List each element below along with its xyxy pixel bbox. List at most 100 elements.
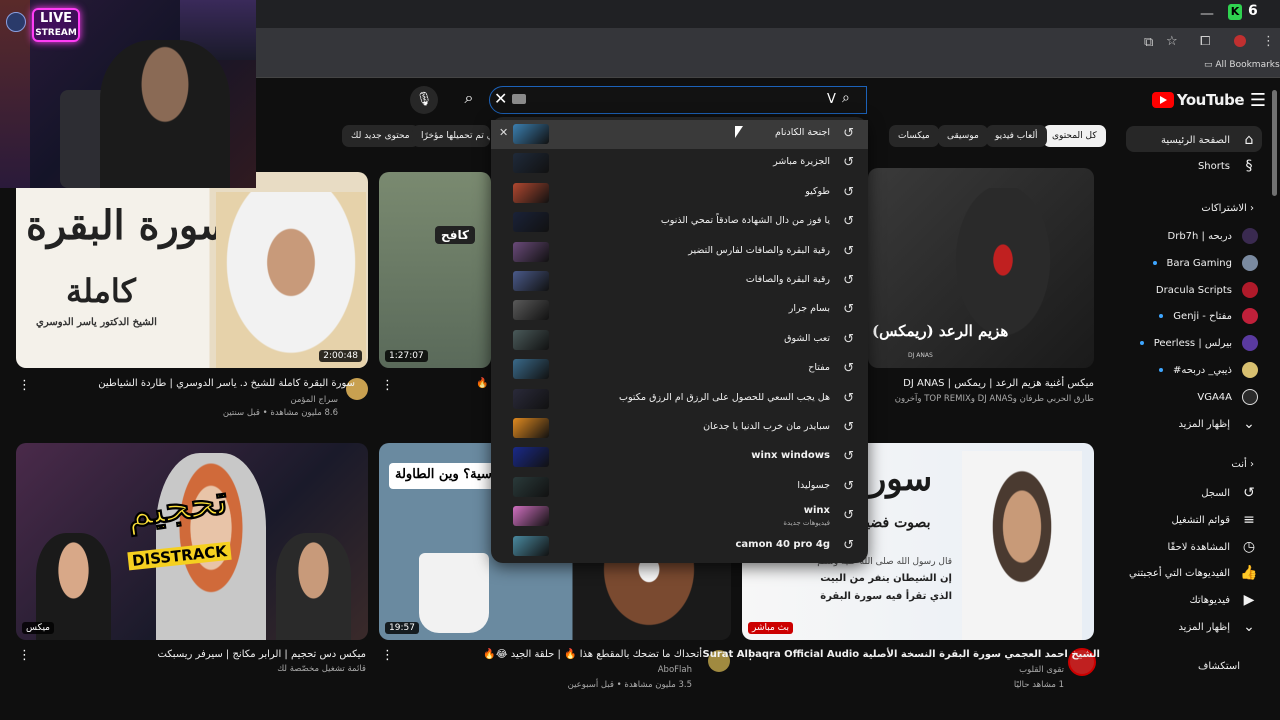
search-suggestion[interactable]: تعب الشوق ↺ — [491, 326, 868, 355]
chip-recently-uploaded[interactable]: الفيديوهات التي تم تحميلها مؤخرًا — [412, 125, 490, 147]
extensions-icon[interactable]: ⧠ — [1200, 34, 1210, 49]
chip-music[interactable]: موسيقى — [938, 125, 988, 147]
search-caret: V — [827, 92, 836, 107]
video-title[interactable]: أتحداك ما تضحك بالمقطع هذا 🔥 | حلقة الجي… — [483, 649, 702, 660]
sidebar-item-sub[interactable]: Peerless | بيرلس — [1139, 335, 1258, 351]
video-thumbnail[interactable]: سورة البقرة كاملة الشيخ الدكتور ياسر الد… — [16, 172, 368, 368]
new-content-dot — [1159, 314, 1164, 318]
more-options-icon[interactable]: ⋮ — [381, 648, 394, 663]
search-suggestion[interactable]: يا فوز من دال الشهادة صادقاً تمحي الذنوب… — [491, 208, 868, 237]
sidebar-item-sub[interactable]: Dracula Scripts — [1156, 282, 1258, 298]
video-title[interactable]: ميكس أغنية هزيم الرعد | ريمكس | DJ ANAS — [903, 378, 1094, 389]
search-suggestion[interactable]: رقية البقرة والصافات لفارس التضير ↺ — [491, 238, 868, 267]
sidebar-item-home[interactable]: الصفحة الرئيسية ⌂ — [1161, 132, 1258, 148]
video-title[interactable]: سورة البقرة كاملة للشيخ د. ياسر الدوسري … — [98, 378, 355, 389]
sidebar-item-history[interactable]: السجل ↺ — [1201, 485, 1258, 501]
subscriptions-heading[interactable]: الاشتراكات › — [1201, 203, 1254, 214]
minimize-button[interactable]: — — [1200, 6, 1214, 22]
all-bookmarks[interactable]: ▭ All Bookmarks — [1204, 60, 1280, 70]
channel-name[interactable]: قائمة تشغيل مخصّصة لك — [277, 664, 366, 674]
sidebar-item-sub[interactable]: VGA4A — [1197, 389, 1258, 405]
suggestion-thumbnail — [513, 447, 549, 468]
suggestion-text: اجنحة الكادنام — [775, 127, 830, 138]
suggestion-text: الجزيرة مباشر — [773, 156, 830, 168]
kick-extension-icon[interactable]: K — [1228, 4, 1242, 20]
remove-suggestion-icon[interactable]: ✕ — [499, 126, 508, 139]
video-thumbnail[interactable]: تحجيم DISSTRACK ميكس — [16, 443, 368, 640]
sidebar-show-more[interactable]: إظهار المزيد ⌄ — [1178, 416, 1258, 432]
you-heading[interactable]: أنت › — [1231, 459, 1254, 470]
scrollbar-thumb[interactable] — [1272, 90, 1277, 196]
suggestion-thumbnail — [513, 241, 549, 262]
live-badge: بث مباشر — [748, 622, 793, 634]
chip-video-games[interactable]: ألعاب فيديو — [986, 125, 1047, 147]
home-icon: ⌂ — [1244, 132, 1254, 148]
more-options-icon[interactable]: ⋮ — [381, 378, 394, 393]
chevron-right-icon: › — [1250, 459, 1254, 470]
browser-menu-icon[interactable]: ⋮ — [1262, 34, 1275, 49]
search-suggestion[interactable]: رقية البقرة والصافات ↺ — [491, 267, 868, 296]
sidebar-item-sub[interactable]: Drb7h | دربحه — [1168, 228, 1258, 244]
profile-avatar[interactable] — [1234, 35, 1246, 47]
history-icon: ↺ — [843, 390, 854, 406]
channel-name[interactable]: طارق الحربي طرفان وDJ ANAS وTOP REMIX وآ… — [895, 394, 1094, 404]
search-suggestion[interactable]: winx فيديوهات جديدة ↺ — [491, 502, 868, 531]
channel-name[interactable]: AboFlah — [658, 665, 692, 675]
video-thumbnail[interactable]: كافح 1:27:07 — [379, 172, 491, 368]
extension-badge: 6 — [1248, 3, 1258, 19]
more-options-icon[interactable]: ⋮ — [18, 648, 31, 663]
search-suggestion[interactable]: سبايدر مان خرب الدنيا يا جدعان ↺ — [491, 414, 868, 443]
chip-new-to-you[interactable]: محتوى جديد لك — [342, 125, 419, 147]
video-title[interactable]: الشيخ احمد العجمي سورة البقرة النسخة الأ… — [703, 649, 1100, 660]
search-suggestion[interactable]: بسام جرار ↺ — [491, 296, 868, 325]
chip-all[interactable]: كل المحتوى — [1043, 125, 1106, 147]
video-icon: ▶ — [1243, 592, 1255, 608]
sidebar-item-shorts[interactable]: Shorts § — [1198, 158, 1258, 174]
suggestion-text: بسام جرار — [788, 303, 830, 315]
guide-menu-icon[interactable]: ☰ — [1250, 90, 1266, 111]
search-suggestion[interactable]: مفتاح ↺ — [491, 355, 868, 384]
thumbnail-person — [276, 533, 351, 640]
chevron-down-icon: ⌄ — [1243, 619, 1255, 635]
search-suggestion[interactable]: camon 40 pro 4g ↺ — [491, 532, 868, 561]
bookmark-star-icon[interactable]: ☆ — [1166, 34, 1178, 49]
sidebar-item-playlists[interactable]: قوائم التشغيل ≡ — [1171, 512, 1258, 528]
sidebar-show-more[interactable]: إظهار المزيد ⌄ — [1178, 619, 1258, 635]
suggestion-text: camon 40 pro 4g — [735, 538, 830, 550]
live-stream-logo: LIVE STREAM — [32, 8, 80, 42]
clear-search-icon[interactable]: ✕ — [494, 89, 507, 108]
video-duration: 19:57 — [385, 622, 419, 634]
sidebar-item-watch-later[interactable]: المشاهدة لاحقًا ◷ — [1167, 539, 1258, 555]
chip-mixes[interactable]: ميكسات — [889, 125, 939, 147]
history-icon: ↺ — [843, 302, 854, 318]
channel-avatar — [1242, 282, 1258, 298]
channel-name[interactable]: تقوى القلوب — [1019, 665, 1064, 675]
channel-name[interactable]: سراج المؤمن — [290, 395, 338, 405]
search-suggestion[interactable]: winx windows ↺ — [491, 443, 868, 472]
sidebar-item-sub[interactable]: Genji - مفتاح — [1159, 308, 1258, 324]
search-suggestion[interactable]: الجزيرة مباشر ↺ — [491, 149, 868, 178]
video-duration: 2:00:48 — [319, 350, 362, 362]
search-suggestion[interactable]: طوكيو ↺ — [491, 179, 868, 208]
more-options-icon[interactable]: ⋮ — [18, 378, 31, 393]
youtube-play-icon — [1151, 92, 1174, 108]
sidebar-item-sub[interactable]: Bara Gaming — [1152, 255, 1258, 271]
suggestion-thumbnail — [513, 271, 549, 291]
search-suggestion[interactable]: هل يجب السعي للحصول على الرزق ام الرزق م… — [491, 385, 868, 414]
video-thumbnail[interactable]: هزيم الرعد (ريمكس) DJ ANAS — [868, 168, 1094, 368]
sidebar-item-sub[interactable]: #ذيبي_ دربحه — [1158, 362, 1258, 378]
sidebar-item-liked[interactable]: الفيديوهات التي أعجبتني 👍 — [1129, 565, 1258, 581]
thumbnail-text: سورة البقرة — [26, 202, 234, 249]
search-button[interactable]: ⌕ — [456, 88, 482, 112]
sidebar-item-your-videos[interactable]: فيديوهاتك ▶ — [1189, 592, 1258, 608]
search-input[interactable] — [489, 86, 867, 114]
cast-icon[interactable]: ⧉ — [1144, 35, 1153, 50]
history-icon: ↺ — [843, 126, 854, 141]
search-suggestion[interactable]: جسوليدا ↺ — [491, 473, 868, 502]
history-icon: ↺ — [843, 508, 854, 524]
youtube-logo[interactable]: YouTube — [1151, 91, 1245, 109]
search-suggestion[interactable]: ✕ اجنحة الكادنام ↺ — [491, 120, 868, 149]
suggestion-text: تعب الشوق — [784, 332, 830, 344]
voice-search-button[interactable]: 🎙 — [410, 86, 438, 114]
video-title[interactable]: ميكس دس تحجيم | الرابر مكانج | سيرفر ريس… — [157, 649, 366, 660]
